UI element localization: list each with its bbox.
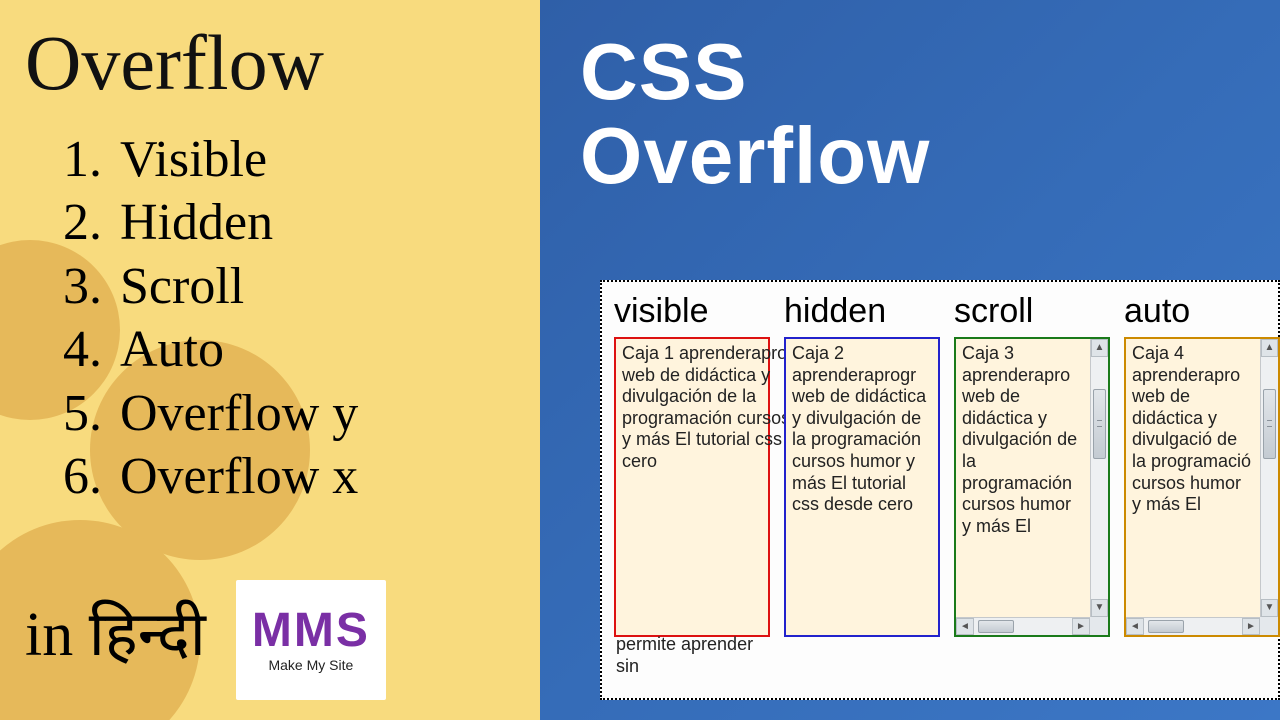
scroll-thumb[interactable]	[1148, 620, 1184, 633]
list-number: 5.	[40, 382, 102, 445]
visible-overflow-text: permite aprender sin	[616, 634, 772, 677]
scroll-up-icon[interactable]: ▲	[1261, 339, 1278, 357]
left-panel: Overflow 1. Visible 2. Hidden 3. Scroll 4. A…	[0, 0, 540, 720]
demo-box-auto: Caja 4 aprenderapro web de didáctica y d…	[1124, 337, 1280, 637]
right-title: CSS Overflow	[580, 30, 1280, 198]
scroll-left-icon[interactable]: ◄	[1126, 618, 1144, 635]
scroll-down-icon[interactable]: ▼	[1261, 599, 1278, 617]
list-number: 4.	[40, 318, 102, 381]
title-line: Overflow	[580, 114, 1280, 198]
horizontal-scrollbar[interactable]: ◄ ►	[956, 617, 1108, 635]
right-panel: CSS Overflow visible Caja 1 aprenderapro…	[540, 0, 1280, 720]
demo-box-scroll: Caja 3 aprenderapro web de didáctica y d…	[954, 337, 1110, 637]
overflow-list: 1. Visible 2. Hidden 3. Scroll 4. Auto 5. Ove…	[40, 128, 540, 509]
scroll-thumb[interactable]	[1263, 389, 1276, 459]
list-item: 1. Visible	[40, 128, 540, 191]
list-label: Overflow x	[120, 445, 358, 508]
demo-box-hidden: Caja 2 aprenderaprogr web de didáctica y…	[784, 337, 940, 637]
list-number: 6.	[40, 445, 102, 508]
list-item: 6. Overflow x	[40, 445, 540, 508]
column-label: hidden	[784, 292, 940, 331]
column-label: scroll	[954, 292, 1110, 331]
demo-box-visible: Caja 1 aprenderaprogramar web de didácti…	[614, 337, 770, 637]
demo-column-visible: visible Caja 1 aprenderaprogramar web de…	[614, 292, 770, 637]
scroll-corner	[1090, 617, 1108, 635]
footer-prefix: in	[25, 601, 89, 669]
demo-text: Caja 3 aprenderapro web de didáctica y d…	[962, 343, 1102, 557]
logo-subtext: Make My Site	[268, 657, 353, 673]
list-label: Auto	[120, 318, 224, 381]
scroll-thumb[interactable]	[1093, 389, 1106, 459]
scroll-right-icon[interactable]: ►	[1072, 618, 1090, 635]
scroll-right-icon[interactable]: ►	[1242, 618, 1260, 635]
footer-hindi: हिन्दी	[89, 600, 206, 681]
scroll-corner	[1260, 617, 1278, 635]
horizontal-scrollbar[interactable]: ◄ ►	[1126, 617, 1278, 635]
scroll-left-icon[interactable]: ◄	[956, 618, 974, 635]
list-item: 3. Scroll	[40, 255, 540, 318]
vertical-scrollbar[interactable]: ▲ ▼	[1260, 339, 1278, 617]
left-title: Overflow	[25, 18, 540, 108]
demo-column-auto: auto Caja 4 aprenderapro web de didáctic…	[1124, 292, 1280, 637]
column-label: visible	[614, 292, 770, 331]
demo-text: Caja 2 aprenderaprogr web de didáctica y…	[792, 343, 932, 516]
vertical-scrollbar[interactable]: ▲ ▼	[1090, 339, 1108, 617]
overflow-demo: visible Caja 1 aprenderaprogramar web de…	[600, 280, 1280, 700]
list-item: 2. Hidden	[40, 191, 540, 254]
list-label: Hidden	[120, 191, 273, 254]
list-number: 3.	[40, 255, 102, 318]
scroll-up-icon[interactable]: ▲	[1091, 339, 1108, 357]
list-label: Scroll	[120, 255, 244, 318]
title-line: CSS	[580, 30, 1280, 114]
language-label: in हिन्दी	[25, 600, 206, 681]
footer-row: in हिन्दी MMS Make My Site	[25, 580, 386, 700]
demo-column-scroll: scroll Caja 3 aprenderapro web de didáct…	[954, 292, 1110, 637]
demo-column-hidden: hidden Caja 2 aprenderaprogr web de didá…	[784, 292, 940, 637]
logo: MMS Make My Site	[236, 580, 386, 700]
list-item: 5. Overflow y	[40, 382, 540, 445]
list-item: 4. Auto	[40, 318, 540, 381]
demo-text: Caja 4 aprenderapro web de didáctica y d…	[1132, 343, 1272, 536]
list-label: Overflow y	[120, 382, 358, 445]
column-label: auto	[1124, 292, 1280, 331]
list-number: 1.	[40, 128, 102, 191]
list-number: 2.	[40, 191, 102, 254]
scroll-thumb[interactable]	[978, 620, 1014, 633]
scroll-down-icon[interactable]: ▼	[1091, 599, 1108, 617]
list-label: Visible	[120, 128, 267, 191]
logo-text: MMS	[252, 607, 370, 655]
